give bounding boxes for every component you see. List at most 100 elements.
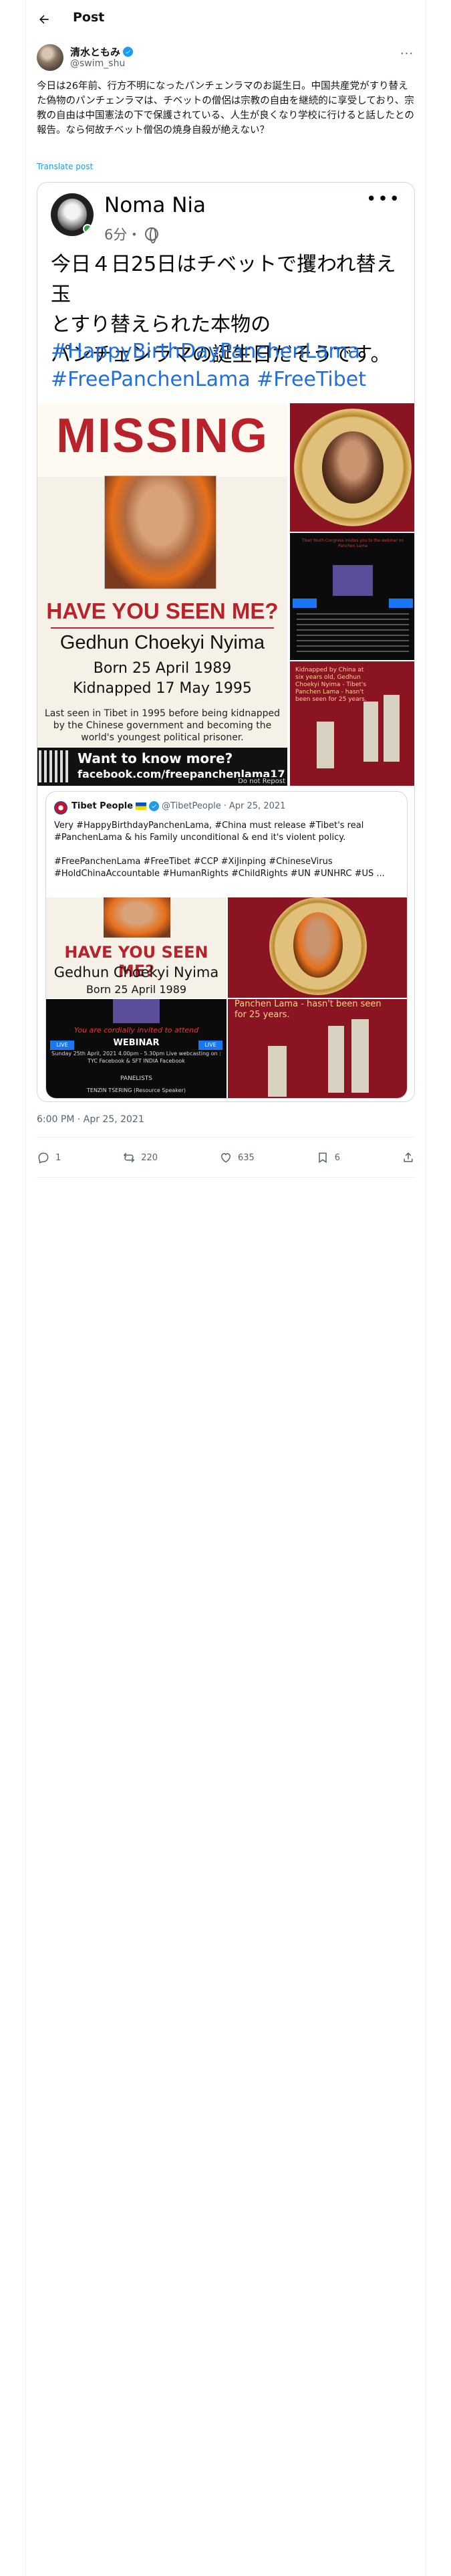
post-timestamp[interactable]: 6:00 PM · Apr 25, 2021: [37, 1114, 144, 1125]
fb-avatar: [51, 193, 94, 236]
more-options-icon[interactable]: ···: [399, 47, 415, 61]
quoted-text: Very #HappyBirthdayPanchenLama, #China m…: [54, 821, 364, 843]
quoted-poster-photo: [104, 897, 170, 938]
fb-live-badge-icon: [389, 599, 413, 608]
like-button[interactable]: 635: [219, 1151, 255, 1164]
author-name-text[interactable]: 清水ともみ: [70, 45, 120, 59]
reply-icon: [38, 1152, 49, 1164]
quoted-media-poster[interactable]: HAVE YOU SEEN ME? Gedhun Choekyi Nyima B…: [46, 897, 227, 998]
fb-hashtag-line: #FreePanchenLama #FreeTibet: [51, 368, 366, 391]
quoted-illustration-text: for 25 years.: [235, 1010, 290, 1020]
divider: [37, 1137, 415, 1138]
quoted-poster-born: Born 25 April 1989: [86, 983, 187, 996]
quoted-post[interactable]: Tibet People @TibetPeople · Apr 25, 2021…: [45, 791, 408, 1099]
avatar[interactable]: [37, 44, 63, 71]
share-icon: [404, 1152, 413, 1162]
quoted-media-grid: HAVE YOU SEEN ME? Gedhun Choekyi Nyima B…: [46, 897, 407, 1098]
globe-icon: [145, 227, 159, 243]
post-page: Post 清水ともみ @swim_shu ··· 今日は26年前、行方不明になっ…: [25, 0, 426, 2576]
qr-code-icon: [39, 750, 71, 782]
fb-live-badge-icon: [293, 599, 317, 608]
quoted-date: Apr 25, 2021: [229, 801, 286, 811]
illustration-figure: [317, 722, 334, 768]
webinar-flyer-image: Tibet Youth Congress invites you to the …: [290, 533, 414, 660]
quoted-seal-portrait: [293, 912, 343, 978]
author-handle[interactable]: @swim_shu: [70, 58, 125, 69]
poster-have-you-seen: HAVE YOU SEEN ME?: [46, 599, 279, 623]
poster-want-to-know: Want to know more?: [78, 750, 233, 766]
repost-icon: [124, 1152, 135, 1163]
page-title: Post: [73, 10, 105, 25]
online-status-icon: [83, 224, 92, 233]
poster-missing-title: MISSING: [55, 409, 269, 463]
fb-body-line: 今日４日25日はチベットで攫われ替え玉: [51, 253, 396, 306]
illustration-figure: [363, 702, 378, 762]
action-bar: 1 220 635 6: [37, 1148, 415, 1168]
quoted-media-illustration[interactable]: Panchen Lama - hasn't been seen for 25 y…: [228, 999, 407, 1098]
fb-body-line: とすり替えられた本物の: [51, 313, 271, 336]
fb-hashtags: #HappyBirthDayPanchenLama #FreePanchenLa…: [51, 338, 398, 394]
translate-link[interactable]: Translate post: [37, 162, 93, 171]
post-header: Post: [26, 0, 426, 38]
fb-hashtag-line: #HappyBirthDayPanchenLama: [51, 340, 361, 363]
quoted-webinar-speaker: TENZIN TSERING (Resource Speaker): [87, 1087, 186, 1093]
poster-do-not-repost: Do not Repost: [236, 777, 287, 786]
verified-badge-icon: [149, 801, 160, 811]
quoted-webinar-details: Sunday 25th April, 2021 4.00pm - 5.30pm …: [51, 1051, 221, 1064]
illustration-figure: [328, 1026, 344, 1093]
divider: [37, 1177, 415, 1178]
fb-avatar-photo: [57, 199, 87, 231]
poster-child-photo: [104, 475, 216, 589]
quoted-post-area: Tibet People @TibetPeople · Apr 25, 2021…: [37, 787, 414, 1101]
author-display-name[interactable]: 清水ともみ: [70, 45, 134, 59]
missing-poster: MISSING HAVE YOU SEEN ME? Gedhun Choekyi…: [37, 403, 287, 786]
seal-portrait: [322, 431, 384, 504]
quoted-header: Tibet People @TibetPeople · Apr 25, 2021: [71, 801, 285, 811]
kidnapped-illustration-image: Kidnapped by China at six years old, Ged…: [290, 661, 414, 786]
repost-count: 220: [141, 1152, 158, 1163]
bookmark-button[interactable]: 6: [316, 1151, 340, 1164]
back-arrow-icon[interactable]: [35, 11, 53, 28]
fb-time-text: 6分・: [104, 227, 142, 243]
bookmark-count: 6: [334, 1152, 341, 1163]
fb-post-time: 6分・: [104, 224, 159, 244]
share-button[interactable]: [402, 1151, 415, 1164]
poster-last-seen: Last seen in Tibet in 1995 before being …: [44, 708, 281, 743]
poster-born: Born 25 April 1989: [93, 660, 232, 677]
illustration-figure: [351, 1019, 369, 1093]
heart-icon: [220, 1153, 231, 1163]
quoted-webinar-photo: [113, 999, 160, 1023]
quoted-avatar: [54, 801, 67, 815]
verified-badge-icon: [123, 47, 134, 57]
webinar-photo: [333, 565, 373, 596]
quoted-separator: ·: [223, 801, 227, 811]
fb-live-badge-icon: LIVE: [198, 1041, 222, 1050]
ukraine-flag-icon: [136, 802, 147, 810]
quoted-media-seal[interactable]: [228, 897, 407, 998]
illustration-figure: [384, 695, 400, 762]
poster-footer: Want to know more? facebook.com/freepanc…: [37, 748, 287, 786]
quoted-webinar-invite: You are cordially invited to attend: [73, 1026, 199, 1035]
tweet-text: 今日は26年前、行方不明になったパンチェンラマのお誕生日。中国共産党がすり替えた…: [37, 81, 414, 136]
poster-divider: [51, 627, 274, 629]
quoted-handle: @TibetPeople: [162, 801, 221, 811]
poster-name: Gedhun Choekyi Nyima: [59, 632, 265, 653]
quoted-poster-name: Gedhun Choekyi Nyima: [53, 964, 219, 980]
reply-count: 1: [55, 1152, 61, 1163]
quoted-media-webinar[interactable]: You are cordially invited to attend LIVE…: [46, 999, 227, 1098]
author-row: 清水ともみ @swim_shu ···: [37, 43, 415, 72]
like-count: 635: [237, 1152, 255, 1163]
poster-kidnapped: Kidnapped 17 May 1995: [73, 680, 252, 697]
quoted-hashtags: #FreePanchenLama #FreeTibet #CCP #XiJinp…: [54, 857, 385, 879]
quoted-webinar-panelists: PANELISTS: [120, 1075, 153, 1082]
reply-button[interactable]: 1: [37, 1151, 61, 1164]
fb-more-icon: •••: [365, 189, 401, 209]
bookmark-icon: [319, 1152, 327, 1164]
illustration-figure: [268, 1046, 287, 1097]
quoted-author-name: Tibet People: [71, 801, 134, 811]
portrait-seal-image: [290, 403, 414, 532]
media-image[interactable]: Noma Nia 6分・ ••• 今日４日25日はチベットで攫われ替え玉 とすり…: [37, 182, 415, 1102]
repost-button[interactable]: 220: [122, 1151, 158, 1164]
webinar-flyer-text: Tibet Youth Congress invites you to the …: [301, 538, 404, 548]
webinar-details: [297, 613, 409, 653]
